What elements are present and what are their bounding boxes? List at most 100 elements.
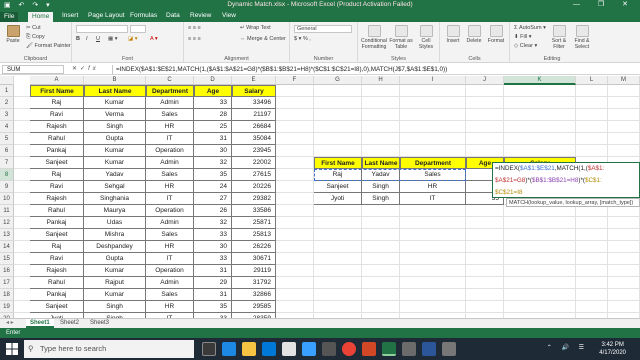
table-cell-salary[interactable]: 35084	[232, 133, 276, 145]
table-cell-age[interactable]: 33	[194, 253, 232, 265]
column-header-d[interactable]: D	[194, 76, 232, 85]
lookup-cell-first-name[interactable]: Jyoti	[314, 193, 362, 205]
excel-icon[interactable]	[382, 342, 396, 356]
lookup-header-department[interactable]: Department	[400, 157, 466, 169]
lookup-cell-last-name[interactable]: Singh	[362, 193, 400, 205]
table-cell-last-name[interactable]: Sehgal	[84, 181, 146, 193]
row-header-11[interactable]: 11	[0, 205, 14, 217]
table-cell-department[interactable]: Sales	[146, 289, 194, 301]
table-cell-first-name[interactable]: Pankaj	[30, 145, 84, 157]
tab-formulas[interactable]: Formulas	[130, 12, 157, 19]
fill-button[interactable]: ⬇ Fill ▾	[514, 34, 531, 40]
copy-button[interactable]: ⎘ Copy	[26, 34, 45, 41]
table-cell-first-name[interactable]: Sanjeet	[30, 157, 84, 169]
align-top-icon[interactable]: ≡ ≡ ≡	[188, 25, 201, 31]
table-cell-first-name[interactable]: Rajesh	[30, 265, 84, 277]
table-cell-department[interactable]: Operation	[146, 205, 194, 217]
cancel-icon[interactable]: ✕	[72, 66, 80, 72]
table-cell-age[interactable]: 24	[194, 181, 232, 193]
table-cell-last-name[interactable]: Udas	[84, 217, 146, 229]
table-cell-last-name[interactable]: Singh	[84, 301, 146, 313]
table-cell-department[interactable]: Sales	[146, 109, 194, 121]
wrap-text-button[interactable]: ↵ Wrap Text	[240, 25, 271, 31]
lookup-cell-first-name[interactable]: Sanjeet	[314, 181, 362, 193]
table-cell-last-name[interactable]: Verma	[84, 109, 146, 121]
table-cell-salary[interactable]: 25871	[232, 217, 276, 229]
table-cell-department[interactable]: Sales	[146, 169, 194, 181]
enter-icon[interactable]: ✓	[80, 66, 88, 72]
table-cell-first-name[interactable]: Ravi	[30, 109, 84, 121]
table-cell-department[interactable]: IT	[146, 253, 194, 265]
fx-icon[interactable]: fx	[88, 66, 99, 72]
lookup-cell-department[interactable]: IT	[400, 193, 466, 205]
row-header-8[interactable]: 8	[0, 169, 14, 181]
fill-color-icon[interactable]: ◪ ▾	[128, 36, 138, 42]
table-cell-first-name[interactable]: Rahul	[30, 205, 84, 217]
task-view-icon[interactable]	[202, 342, 216, 356]
format-painter-button[interactable]: 🖌 Format Painter	[26, 43, 71, 49]
format-as-table-button[interactable]: Format as Table	[389, 25, 413, 50]
table-cell-department[interactable]: Admin	[146, 277, 194, 289]
table-cell-department[interactable]: Admin	[146, 97, 194, 109]
lookup-header-first-name[interactable]: First Name	[314, 157, 362, 169]
table-cell-first-name[interactable]: Raj	[30, 241, 84, 253]
table-cell-department[interactable]: IT	[146, 133, 194, 145]
table-cell-department[interactable]: Admin	[146, 157, 194, 169]
table-cell-salary[interactable]: 29585	[232, 301, 276, 313]
table-cell-first-name[interactable]: Rajesh	[30, 193, 84, 205]
merge-center-button[interactable]: ⇔ Merge & Center	[240, 36, 286, 42]
row-header-15[interactable]: 15	[0, 253, 14, 265]
row-header-6[interactable]: 6	[0, 145, 14, 157]
table-cell-department[interactable]: Operation	[146, 145, 194, 157]
tab-page-layout[interactable]: Page Layout	[88, 12, 125, 19]
table-cell-department[interactable]: HR	[146, 241, 194, 253]
mail-icon[interactable]	[282, 342, 296, 356]
find-select-button[interactable]: Find & Select	[571, 25, 593, 50]
tab-review[interactable]: Review	[190, 12, 211, 19]
formula-icons[interactable]: ✕✓fx	[72, 65, 99, 72]
cell-styles-button[interactable]: Cell Styles	[414, 25, 438, 50]
table-cell-first-name[interactable]: Rahul	[30, 133, 84, 145]
table-cell-last-name[interactable]: Rajput	[84, 277, 146, 289]
table-cell-first-name[interactable]: Raj	[30, 97, 84, 109]
column-header-g[interactable]: G	[314, 76, 362, 85]
row-header-4[interactable]: 4	[0, 121, 14, 133]
taskbar-clock[interactable]: 3:42 PM 4/17/2020	[599, 341, 626, 357]
clear-button[interactable]: ◇ Clear ▾	[514, 43, 537, 49]
column-header-a[interactable]: A	[30, 76, 84, 85]
column-header-j[interactable]: J	[466, 76, 504, 85]
row-header-1[interactable]: 1	[0, 85, 14, 97]
sheet-tab-3[interactable]: Sheet3	[86, 319, 113, 328]
table-cell-last-name[interactable]: Gupta	[84, 133, 146, 145]
table-cell-age[interactable]: 26	[194, 205, 232, 217]
system-tray[interactable]: ⌃ 🔊 ☰	[547, 344, 588, 351]
tab-data[interactable]: Data	[166, 12, 180, 19]
row-header-5[interactable]: 5	[0, 133, 14, 145]
table-cell-last-name[interactable]: Gupta	[84, 253, 146, 265]
table-cell-age[interactable]: 32	[194, 157, 232, 169]
table-cell-age[interactable]: 30	[194, 145, 232, 157]
table-cell-age[interactable]: 28	[194, 109, 232, 121]
table-cell-age[interactable]: 25	[194, 121, 232, 133]
bold-button[interactable]: B	[76, 36, 80, 42]
select-all-corner[interactable]	[0, 76, 14, 85]
row-header-13[interactable]: 13	[0, 229, 14, 241]
column-header-i[interactable]: I	[400, 76, 466, 85]
taskbar-search-input[interactable]: ⚲ Type here to search	[24, 340, 194, 358]
cell-edit-formula[interactable]: =INDEX($A$1:$E$21,MATCH(1,($A$1: $A$21=G8…	[492, 162, 640, 198]
font-name-select[interactable]	[76, 25, 128, 33]
app-icon[interactable]	[322, 342, 336, 356]
app3-icon[interactable]	[442, 342, 456, 356]
table-cell-last-name[interactable]: Deshpandey	[84, 241, 146, 253]
table-cell-last-name[interactable]: Yadav	[84, 169, 146, 181]
table-cell-age[interactable]: 32	[194, 217, 232, 229]
table-cell-salary[interactable]: 22002	[232, 157, 276, 169]
table-cell-salary[interactable]: 29382	[232, 193, 276, 205]
table-cell-age[interactable]: 33	[194, 229, 232, 241]
column-header-m[interactable]: M	[608, 76, 640, 85]
table-cell-last-name[interactable]: Mishra	[84, 229, 146, 241]
table-header-salary[interactable]: Salary	[232, 85, 276, 97]
lookup-cell-last-name[interactable]: Singh	[362, 181, 400, 193]
tab-view[interactable]: View	[222, 12, 236, 19]
row-header-18[interactable]: 18	[0, 289, 14, 301]
